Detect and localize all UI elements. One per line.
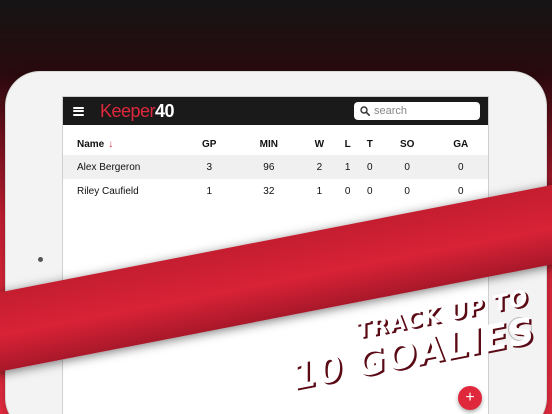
camera-dot <box>38 257 43 262</box>
cell-ga: 0 <box>433 155 488 179</box>
cell-so: 0 <box>404 185 410 197</box>
top-bar: Keeper 40 <box>63 97 488 125</box>
cell-name: Alex Bergeron <box>63 155 183 179</box>
add-goalie-button[interactable]: + <box>458 386 482 410</box>
column-header-name-label: Name <box>77 138 105 150</box>
column-header-min[interactable]: MIN <box>236 133 303 155</box>
cell-l: 1 <box>336 155 359 179</box>
column-header-l[interactable]: L <box>337 133 359 155</box>
logo-text-number: 40 <box>155 100 175 121</box>
app-logo: Keeper 40 <box>100 100 175 122</box>
search-input[interactable] <box>374 105 474 117</box>
table-row[interactable]: Riley Caufield 1 32 1 0 0 0 0 <box>63 179 488 203</box>
column-header-t[interactable]: T <box>359 133 381 155</box>
table-row[interactable]: Alex Bergeron 3 96 2 1 0 0 0 <box>63 155 488 179</box>
column-header-gp[interactable]: GP <box>183 133 236 155</box>
cell-min: 32 <box>263 185 275 197</box>
column-header-name[interactable]: Name ↓ <box>63 133 183 155</box>
cell-l: 0 <box>344 185 351 197</box>
sort-down-icon: ↓ <box>108 138 114 150</box>
cell-gp: 3 <box>183 155 236 179</box>
search-icon <box>360 106 370 116</box>
cell-so: 0 <box>380 155 434 179</box>
goalie-table: Name ↓ GP MIN W L T SO GA Alex Bergeron 3… <box>63 133 488 203</box>
cell-gp: 1 <box>206 185 213 197</box>
logo-text-keeper: Keeper <box>100 100 156 121</box>
cell-min: 96 <box>235 155 303 179</box>
add-icon: + <box>465 389 475 406</box>
cell-w: 2 <box>302 155 337 179</box>
column-header-w[interactable]: W <box>302 133 336 155</box>
table-header-row: Name ↓ GP MIN W L T SO GA <box>63 133 488 155</box>
search-box[interactable] <box>354 102 480 120</box>
column-header-ga[interactable]: GA <box>433 133 488 155</box>
cell-w: 1 <box>316 185 323 197</box>
column-header-so[interactable]: SO <box>381 133 434 155</box>
cell-name: Riley Caufield <box>77 185 139 197</box>
menu-icon[interactable] <box>73 106 84 116</box>
cell-t: 0 <box>358 155 381 179</box>
cell-t: 0 <box>367 185 373 197</box>
